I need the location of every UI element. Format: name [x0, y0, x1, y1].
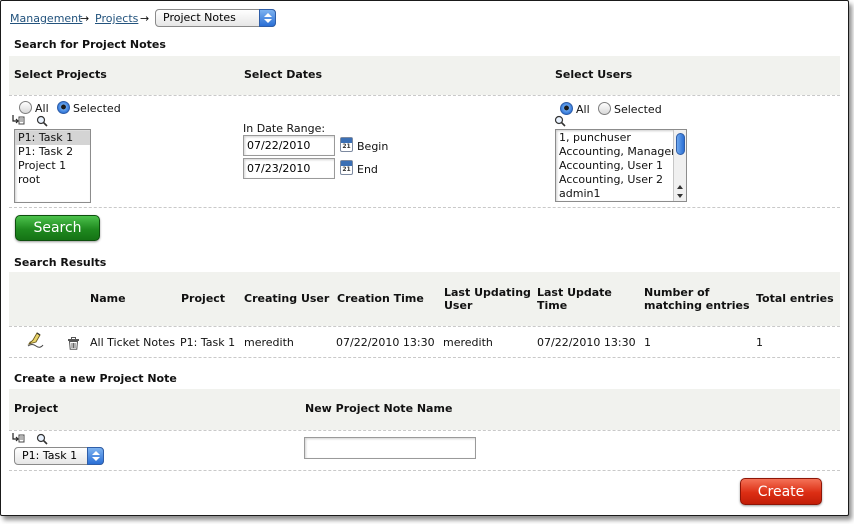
create-button[interactable]: Create: [740, 478, 822, 505]
create-section-title: Create a new Project Note: [14, 372, 177, 385]
divider: [9, 207, 840, 208]
create-project-select[interactable]: P1: Task 1: [14, 447, 104, 465]
cell-last-updating-user: meredith: [443, 336, 493, 349]
begin-label: Begin: [357, 140, 389, 153]
col-header-matching-entries: Number of matching entries: [644, 286, 750, 312]
scroll-up-arrow-icon[interactable]: [677, 185, 683, 189]
results-section-title: Search Results: [14, 256, 107, 269]
users-selected-radio[interactable]: [598, 102, 611, 115]
create-project-select-value: P1: Task 1: [22, 449, 78, 462]
tree-select-icon[interactable]: [12, 432, 26, 444]
users-all-label: All: [576, 103, 590, 116]
users-listbox[interactable]: 1, punchuser Accounting, Manager Account…: [555, 129, 687, 202]
breadcrumb-arrow: →: [80, 12, 90, 25]
cell-last-update-time: 07/22/2010 13:30: [537, 336, 636, 349]
col-header-last-updating-user: Last Updating User: [444, 286, 531, 312]
cell-total-entries: 1: [756, 336, 763, 349]
divider: [9, 357, 840, 358]
projects-selected-label: Selected: [73, 102, 121, 115]
list-item[interactable]: Accounting, User 2: [556, 173, 686, 187]
divider: [9, 95, 840, 96]
select-dates-label: Select Dates: [244, 68, 323, 81]
breadcrumb-arrow: →: [140, 12, 150, 25]
col-header-project: Project: [181, 292, 226, 305]
create-name-label: New Project Note Name: [305, 402, 453, 415]
calendar-icon[interactable]: 21: [340, 160, 353, 175]
cell-name[interactable]: All Ticket Notes: [90, 336, 175, 349]
trash-icon[interactable]: [67, 337, 80, 350]
projects-all-label: All: [35, 102, 49, 115]
create-project-label: Project: [14, 402, 59, 415]
end-label: End: [357, 163, 378, 176]
users-list-scrollbar[interactable]: [673, 130, 686, 201]
breadcrumb-page-select-value: Project Notes: [163, 11, 236, 24]
list-item[interactable]: P1: Task 1: [15, 131, 90, 145]
cell-creating-user: meredith: [244, 336, 294, 349]
magnifier-icon[interactable]: [554, 115, 566, 127]
selectors-header-band: [9, 56, 840, 95]
select-arrows-icon: [259, 9, 276, 27]
col-header-creating-user: Creating User: [244, 292, 330, 305]
search-section-title: Search for Project Notes: [14, 38, 166, 51]
cell-matching-entries: 1: [644, 336, 651, 349]
select-arrows-icon: [87, 447, 104, 465]
divider: [9, 430, 840, 431]
scroll-down-arrow-icon[interactable]: [677, 194, 683, 198]
divider: [9, 470, 840, 471]
list-item[interactable]: P1: Task 2: [15, 145, 90, 159]
projects-listbox[interactable]: P1: Task 1 P1: Task 2 Project 1 root: [14, 129, 91, 203]
app-window: Management → Projects → Project Notes Se…: [0, 0, 849, 516]
list-item[interactable]: Accounting, Manager: [556, 145, 686, 159]
breadcrumb-page-select[interactable]: Project Notes: [155, 9, 276, 27]
edit-note-icon[interactable]: [27, 332, 44, 348]
calendar-icon[interactable]: 21: [340, 137, 353, 152]
search-button[interactable]: Search: [15, 215, 100, 241]
list-item[interactable]: admin1: [556, 187, 686, 201]
begin-date-input[interactable]: [243, 135, 335, 156]
list-item[interactable]: root: [15, 173, 90, 187]
tree-select-icon[interactable]: [12, 114, 26, 126]
projects-all-radio[interactable]: [19, 101, 32, 114]
col-header-total-entries: Total entries: [756, 292, 834, 305]
users-all-radio[interactable]: [560, 102, 573, 115]
select-projects-label: Select Projects: [14, 68, 107, 81]
date-range-label: In Date Range:: [243, 122, 326, 135]
breadcrumb-projects-link[interactable]: Projects: [95, 12, 138, 25]
cell-creation-time: 07/22/2010 13:30: [336, 336, 435, 349]
end-date-input[interactable]: [243, 158, 335, 179]
magnifier-icon[interactable]: [36, 115, 48, 127]
scrollbar-thumb[interactable]: [676, 133, 685, 155]
list-item[interactable]: 1, punchuser: [556, 131, 686, 145]
cell-project: P1: Task 1: [180, 336, 236, 349]
breadcrumb-management-link[interactable]: Management: [10, 12, 82, 25]
col-header-name: Name: [90, 292, 126, 305]
magnifier-icon[interactable]: [36, 433, 48, 445]
users-selected-label: Selected: [614, 103, 662, 116]
select-users-label: Select Users: [555, 68, 633, 81]
list-item[interactable]: Project 1: [15, 159, 90, 173]
col-header-creation-time: Creation Time: [337, 292, 424, 305]
new-note-name-input[interactable]: [304, 437, 476, 459]
projects-selected-radio[interactable]: [57, 101, 70, 114]
col-header-last-update-time: Last Update Time: [537, 286, 612, 312]
list-item[interactable]: Accounting, User 1: [556, 159, 686, 173]
